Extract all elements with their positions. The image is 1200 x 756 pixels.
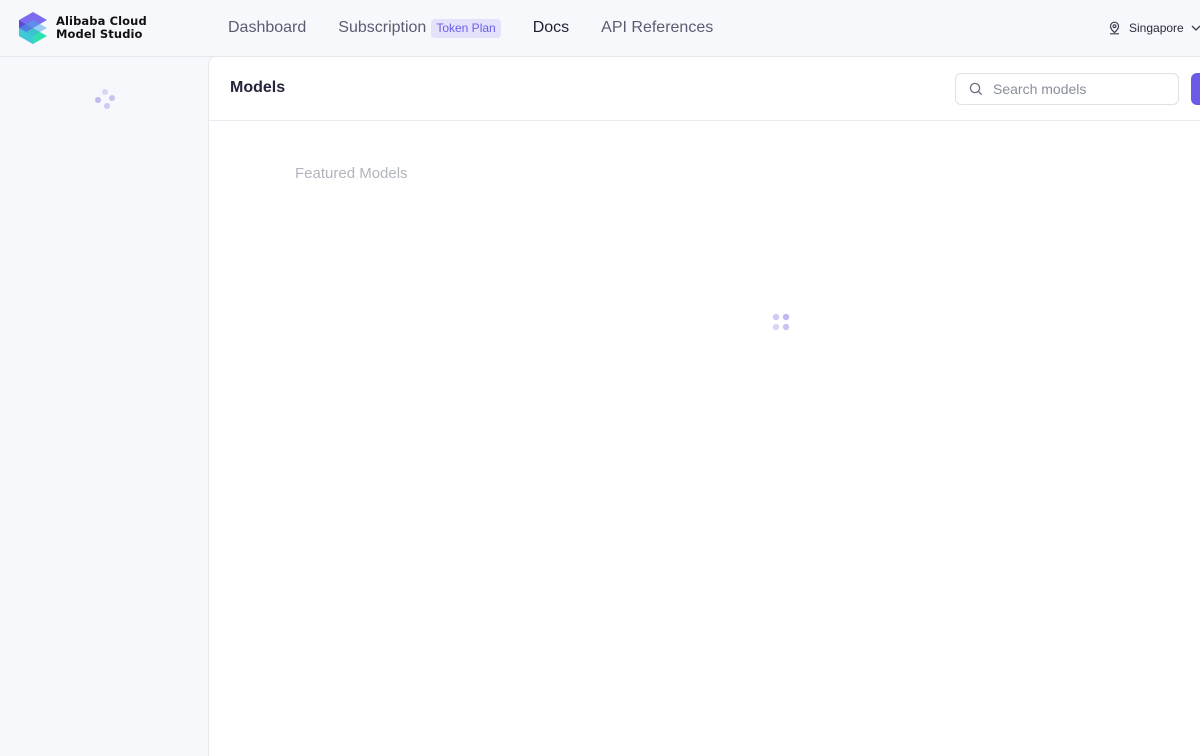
location-pin-icon bbox=[1109, 21, 1120, 35]
top-nav: Dashboard Subscription Token Plan Docs A… bbox=[228, 0, 745, 56]
nav-api-references-label: API References bbox=[601, 19, 714, 36]
page-title: Models bbox=[230, 79, 286, 96]
sidebar bbox=[0, 57, 208, 750]
primary-action-button[interactable] bbox=[1191, 73, 1200, 105]
region-selector[interactable]: Singapore bbox=[1108, 0, 1200, 56]
nav-subscription-label: Subscription bbox=[338, 19, 427, 36]
nav-docs[interactable]: Docs bbox=[533, 19, 569, 37]
main-panel: Models Featured Models bbox=[208, 56, 1200, 756]
nav-subscription[interactable]: Subscription Token Plan bbox=[338, 18, 501, 38]
nav-dashboard[interactable]: Dashboard bbox=[228, 19, 306, 37]
search-input[interactable] bbox=[993, 81, 1163, 97]
sidebar-loading-spinner-icon bbox=[95, 89, 115, 109]
model-studio-logo-icon bbox=[19, 12, 47, 44]
nav-api-references[interactable]: API References bbox=[601, 19, 713, 37]
brand-line-2: Model Studio bbox=[56, 27, 143, 41]
token-plan-badge: Token Plan bbox=[431, 18, 501, 38]
top-bar: Alibaba Cloud Model Studio Dashboard Sub… bbox=[0, 0, 1200, 57]
featured-models-title: Featured Models bbox=[295, 165, 408, 182]
nav-docs-label: Docs bbox=[532, 19, 570, 36]
content-loading-spinner-icon bbox=[772, 313, 790, 331]
search-icon bbox=[969, 82, 983, 96]
nav-dashboard-label: Dashboard bbox=[228, 19, 307, 36]
search-box[interactable] bbox=[955, 73, 1179, 105]
chevron-down-icon bbox=[1191, 25, 1200, 31]
main-header: Models bbox=[209, 57, 1200, 121]
region-label: Singapore bbox=[1129, 21, 1184, 35]
brand-logo[interactable]: Alibaba Cloud Model Studio bbox=[18, 12, 147, 44]
